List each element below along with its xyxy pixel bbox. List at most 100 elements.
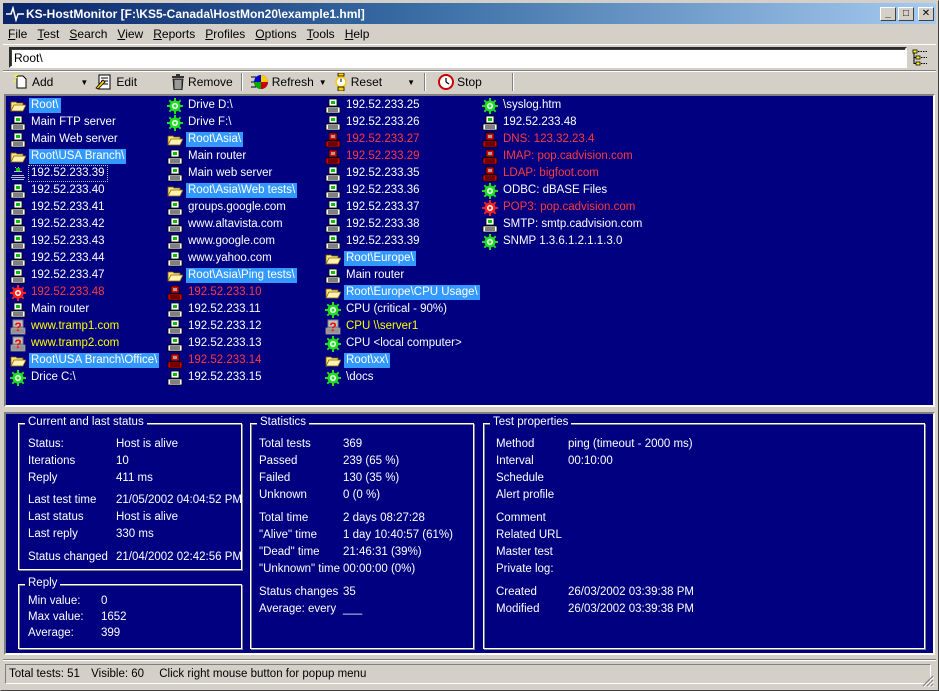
resize-grip-icon[interactable]: [922, 675, 934, 687]
test-item[interactable]: 192.52.233.35: [325, 165, 480, 182]
test-item[interactable]: LDAP: bigfoot.com: [482, 165, 644, 182]
test-item[interactable]: ? www.tramp1.com: [10, 318, 159, 335]
test-item[interactable]: Main Web server: [10, 131, 159, 148]
test-item[interactable]: CPU (critical - 90%): [325, 301, 480, 318]
test-item[interactable]: POP3: pop.cadvision.com: [482, 199, 644, 216]
test-item[interactable]: 192.52.233.29: [325, 148, 480, 165]
field-label: Passed: [259, 455, 298, 467]
test-item[interactable]: 192.52.233.14: [167, 352, 297, 369]
menu-tools[interactable]: Tools: [302, 27, 340, 41]
folder-item[interactable]: Root\Europe\: [325, 250, 480, 267]
test-item[interactable]: Main router: [167, 148, 297, 165]
menu-view[interactable]: View: [112, 27, 148, 41]
test-item[interactable]: ODBC: dBASE Files: [482, 182, 644, 199]
test-item[interactable]: 192.52.233.41: [10, 199, 159, 216]
test-list[interactable]: Root\ Main FTP server Main Web server Root\…: [4, 94, 935, 407]
test-item[interactable]: 192.52.233.25: [325, 97, 480, 114]
gear-ok-icon: [325, 369, 341, 386]
test-item[interactable]: ? CPU \\server1: [325, 318, 480, 335]
test-item[interactable]: 192.52.233.15: [167, 369, 297, 386]
test-item[interactable]: Main web server: [167, 165, 297, 182]
host-dead-icon: [482, 149, 498, 165]
test-item[interactable]: Main router: [10, 301, 159, 318]
field-value: 00:00:00 (0%): [343, 563, 416, 575]
test-item[interactable]: Main router: [325, 267, 480, 284]
test-item[interactable]: SMTP: smtp.cadvision.com: [482, 216, 644, 233]
test-item-label: www.google.com: [188, 235, 275, 247]
folder-item[interactable]: Root\xx\: [325, 352, 480, 369]
menu-reports[interactable]: Reports: [148, 27, 200, 41]
test-item[interactable]: 192.52.233.12: [167, 318, 297, 335]
test-item-label: 192.52.233.11: [188, 303, 261, 315]
test-item[interactable]: 192.52.233.40: [10, 182, 159, 199]
window-title: KS-HostMonitor [F:\KS5-Canada\HostMon20\…: [26, 6, 365, 21]
host-ok-icon: [482, 217, 498, 233]
folder-item[interactable]: Root\: [10, 97, 159, 114]
test-item[interactable]: Drice C:\: [10, 369, 159, 386]
test-item[interactable]: 192.52.233.47: [10, 267, 159, 284]
folder-item[interactable]: Root\USA Branch\Office\: [10, 352, 160, 369]
test-item[interactable]: 192.52.233.36: [325, 182, 480, 199]
test-item[interactable]: 192.52.233.37: [325, 199, 480, 216]
add-button[interactable]: Add: [11, 72, 55, 92]
menu-search[interactable]: Search: [64, 27, 112, 41]
add-dropdown-arrow[interactable]: ▼: [77, 78, 91, 87]
test-item[interactable]: 192.52.233.10: [167, 284, 297, 301]
test-item[interactable]: 192.52.233.39: [10, 165, 159, 182]
test-item[interactable]: 192.52.233.43: [10, 233, 159, 250]
remove-button[interactable]: Remove: [169, 72, 235, 92]
test-item[interactable]: 192.52.233.13: [167, 335, 297, 352]
folder-item[interactable]: Root\USA Branch\: [10, 148, 159, 165]
maximize-button[interactable]: □: [898, 6, 914, 21]
menu-options[interactable]: Options: [250, 27, 301, 41]
gear-ok-icon: [325, 301, 341, 318]
folder-item[interactable]: Root\Asia\: [167, 131, 297, 148]
test-item[interactable]: 192.52.233.38: [325, 216, 480, 233]
test-item[interactable]: 192.52.233.44: [10, 250, 159, 267]
test-item[interactable]: Drive D:\: [167, 97, 297, 114]
test-item[interactable]: DNS: 123.32.23.4: [482, 131, 644, 148]
folder-item[interactable]: Root\Europe\CPU Usage\: [325, 284, 480, 301]
test-item[interactable]: www.altavista.com: [167, 216, 297, 233]
field-value: ___: [343, 603, 363, 615]
field-label: Created: [496, 586, 537, 598]
close-button[interactable]: ✕: [918, 6, 934, 21]
test-item[interactable]: \docs: [325, 369, 480, 386]
edit-button[interactable]: Edit: [93, 72, 139, 92]
test-item[interactable]: ? www.tramp2.com: [10, 335, 159, 352]
minimize-button[interactable]: _: [880, 6, 896, 21]
test-item[interactable]: IMAP: pop.cadvision.com: [482, 148, 644, 165]
test-item[interactable]: 192.52.233.48: [482, 114, 644, 131]
test-item[interactable]: 192.52.233.27: [325, 131, 480, 148]
test-item[interactable]: \syslog.htm: [482, 97, 644, 114]
folder-item[interactable]: Root\Asia\Web tests\: [167, 182, 298, 199]
test-item[interactable]: SNMP 1.3.6.1.2.1.1.3.0: [482, 233, 644, 250]
reset-dropdown-arrow[interactable]: ▼: [404, 78, 418, 87]
title-bar[interactable]: KS-HostMonitor [F:\KS5-Canada\HostMon20\…: [3, 3, 936, 24]
test-item-label: Root\USA Branch\Office\: [29, 353, 160, 368]
test-item[interactable]: 192.52.233.39: [325, 233, 480, 250]
test-item[interactable]: 192.52.233.26: [325, 114, 480, 131]
refresh-button[interactable]: Refresh: [249, 72, 316, 92]
menu-profiles[interactable]: Profiles: [200, 27, 250, 41]
menu-file[interactable]: File: [3, 27, 32, 41]
test-item[interactable]: 192.52.233.11: [167, 301, 297, 318]
refresh-dropdown-arrow[interactable]: ▼: [316, 78, 330, 87]
reset-button[interactable]: Reset: [332, 72, 384, 92]
folder-tree-icon[interactable]: [910, 48, 930, 68]
test-item[interactable]: Main FTP server: [10, 114, 159, 131]
test-item[interactable]: 192.52.233.48: [10, 284, 159, 301]
test-item-label: Main Web server: [31, 133, 118, 145]
menu-test[interactable]: Test: [32, 27, 64, 41]
folder-path-input[interactable]: [9, 47, 907, 68]
test-item[interactable]: www.yahoo.com: [167, 250, 297, 267]
stop-button[interactable]: Stop: [436, 72, 484, 92]
test-item-label: Main router: [188, 150, 247, 162]
folder-item[interactable]: Root\Asia\Ping tests\: [167, 267, 297, 284]
test-item[interactable]: 192.52.233.42: [10, 216, 159, 233]
test-item[interactable]: CPU <local computer>: [325, 335, 480, 352]
test-item[interactable]: groups.google.com: [167, 199, 297, 216]
test-item[interactable]: Drive F:\: [167, 114, 297, 131]
menu-help[interactable]: Help: [340, 27, 375, 41]
test-item[interactable]: www.google.com: [167, 233, 297, 250]
